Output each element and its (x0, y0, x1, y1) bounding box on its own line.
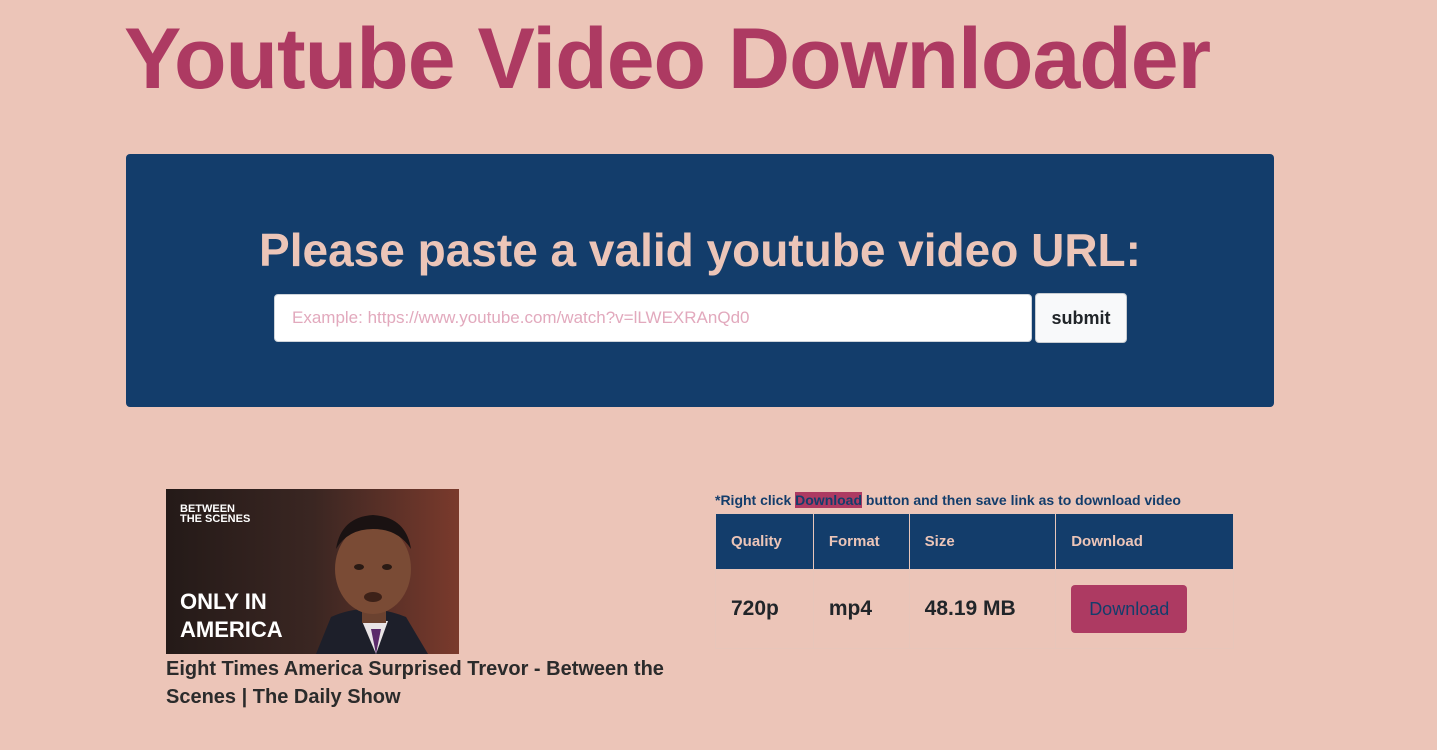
thumbnail-image: BETWEEN THE SCENES ONLY IN AMERICA (166, 489, 459, 654)
thumbnail-caption-line2: AMERICA (180, 617, 283, 642)
download-button[interactable]: Download (1071, 585, 1188, 633)
thumbnail-caption-line1: ONLY IN (180, 589, 267, 614)
column-header-format: Format (812, 513, 910, 570)
video-thumbnail: BETWEEN THE SCENES ONLY IN AMERICA (166, 489, 459, 654)
cell-size: 48.19 MB (908, 569, 1057, 649)
table-header-row: Quality Format Size Download (715, 513, 1234, 570)
cell-format: mp4 (812, 569, 910, 649)
column-header-quality: Quality (715, 513, 814, 570)
download-note-suffix: button and then save link as to download… (862, 492, 1181, 508)
column-header-size: Size (908, 513, 1057, 570)
download-note-prefix: *Right click (715, 492, 796, 508)
cell-quality: 720p (715, 569, 814, 649)
cell-download: Download (1055, 569, 1234, 649)
url-prompt-heading: Please paste a valid youtube video URL: (259, 224, 1141, 276)
formats-table: Quality Format Size Download 720p mp4 48… (715, 513, 1234, 649)
submit-button[interactable]: submit (1035, 293, 1127, 343)
url-input[interactable] (274, 294, 1032, 342)
download-note-highlight: Download (795, 492, 863, 508)
download-instruction: *Right click Download button and then sa… (715, 492, 1181, 508)
video-title: Eight Times America Surprised Trevor - B… (166, 658, 664, 708)
thumbnail-badge-line2: THE SCENES (180, 513, 250, 525)
url-form-panel: Please paste a valid youtube video URL: … (126, 154, 1274, 407)
column-header-download: Download (1055, 513, 1234, 570)
app-title: Youtube Video Downloader (124, 11, 1211, 107)
table-row: 720p mp4 48.19 MB Download (715, 569, 1234, 649)
